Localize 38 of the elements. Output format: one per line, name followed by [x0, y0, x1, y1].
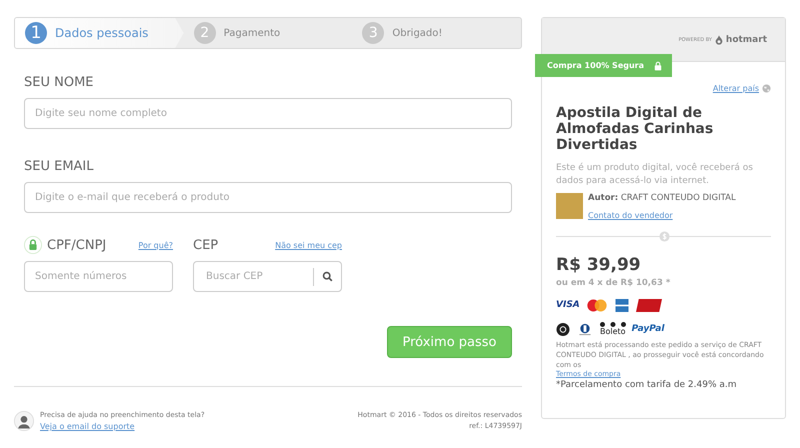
- cep-help-link[interactable]: Não sei meu cep: [275, 240, 342, 250]
- lock-icon: [24, 236, 42, 254]
- installments-text: ou em 4 x de R$ 10,63 *: [556, 278, 672, 288]
- secure-purchase-badge: Compra 100% Segura: [535, 54, 672, 77]
- step-label: Obrigado!: [392, 28, 442, 38]
- price: R$ 39,99: [556, 255, 642, 275]
- cpf-field[interactable]: Somente números: [24, 261, 173, 292]
- field-label: CEP: [193, 238, 218, 252]
- why-link[interactable]: Por quê?: [138, 240, 173, 250]
- mastercard-icon: [586, 298, 608, 312]
- author-text: Autor: CRAFT CONTEUDO DIGITAL: [588, 193, 736, 203]
- email-field[interactable]: Digite o e-mail que receberá o produto: [24, 182, 512, 213]
- name-field[interactable]: Digite seu nome completo: [24, 98, 512, 129]
- next-step-button[interactable]: Próximo passo: [387, 326, 512, 358]
- globe-icon: [762, 84, 771, 93]
- visa-logo: VISA: [556, 300, 580, 310]
- step-label: Dados pessoais: [55, 26, 148, 40]
- step-number: 1: [25, 22, 47, 44]
- avatar-icon: [14, 411, 34, 431]
- cep-search-box[interactable]: Buscar CEP: [193, 261, 342, 292]
- flame-logo-icon: [714, 34, 723, 44]
- search-icon[interactable]: [322, 271, 333, 282]
- paypal-logo: PayPal: [632, 324, 664, 334]
- brand-name: hotmart: [726, 34, 767, 44]
- change-country-link[interactable]: Alterar país: [712, 84, 759, 93]
- lock-icon: [654, 60, 662, 70]
- step-tab[interactable]: 1 Dados pessoais: [15, 18, 184, 48]
- boleto-logo: Boleto: [600, 322, 626, 336]
- seller-contact-link[interactable]: Contato do vendedor: [588, 211, 673, 220]
- field-label: CPF/CNPJ: [47, 238, 106, 252]
- field-label: SEU NOME: [24, 75, 95, 90]
- field-label: SEU EMAIL: [24, 159, 95, 174]
- product-title: Apostila Digital de Almofadas Carinhas Divertidas: [556, 105, 714, 153]
- step-label: Pagamento: [224, 28, 280, 38]
- support-link[interactable]: Veja o email do suporte: [40, 422, 205, 431]
- product-thumbnail: [556, 193, 583, 219]
- fee-note: *Parcelamento com tarifa de 2.49% a.m: [556, 380, 738, 390]
- product-description: Este é um produto digital, você receberá os dados para acessá-lo via internet.: [556, 162, 754, 188]
